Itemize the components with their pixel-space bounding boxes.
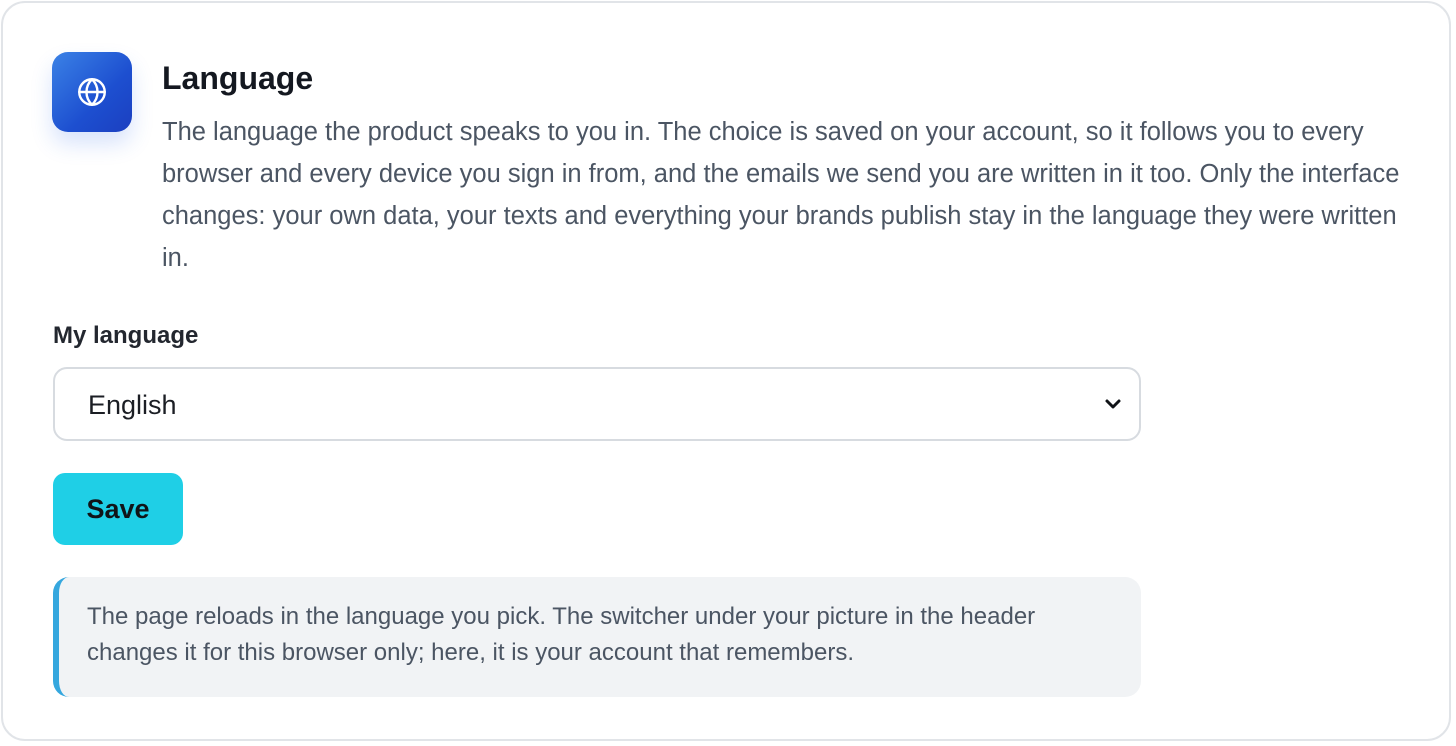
info-note-text: The page reloads in the language you pic…	[87, 603, 1036, 666]
language-icon-tile	[52, 52, 132, 132]
language-select-value: English	[88, 390, 177, 420]
section-header: Language The language the product speaks…	[52, 52, 1412, 282]
info-note: The page reloads in the language you pic…	[53, 577, 1141, 697]
chevron-down-icon	[1105, 399, 1121, 409]
section-description: The language the product speaks to you i…	[162, 118, 1400, 272]
language-field-label: My language	[53, 322, 199, 349]
section-title: Language	[162, 60, 314, 96]
language-settings-card: Language The language the product speaks…	[1, 1, 1451, 741]
globe-icon	[78, 78, 106, 106]
language-select[interactable]: English	[53, 367, 1141, 441]
save-button[interactable]: Save	[53, 473, 183, 545]
